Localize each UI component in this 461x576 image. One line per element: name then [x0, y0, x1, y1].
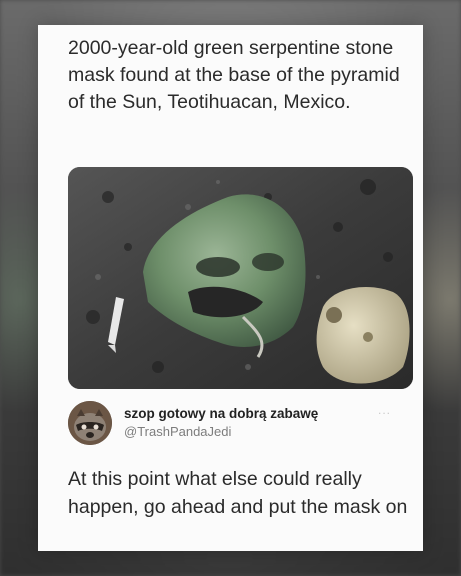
- reply-author: szop gotowy na dobrą zabawę @TrashPandaJ…: [68, 399, 413, 449]
- post-caption: 2000-year-old green serpentine stone mas…: [68, 37, 400, 113]
- screenshot-card: 2000-year-old green serpentine stone mas…: [38, 25, 423, 551]
- mask-photo-image: [68, 167, 413, 389]
- avatar[interactable]: [68, 401, 112, 445]
- reply-text: At this point what else could really hap…: [68, 468, 408, 518]
- author-name[interactable]: szop gotowy na dobrą zabawę: [124, 406, 318, 421]
- author-handle[interactable]: @TrashPandaJedi: [124, 424, 231, 439]
- more-options-icon[interactable]: ...: [378, 403, 391, 417]
- raccoon-avatar-icon: [68, 401, 112, 445]
- mask-photo[interactable]: [68, 167, 413, 389]
